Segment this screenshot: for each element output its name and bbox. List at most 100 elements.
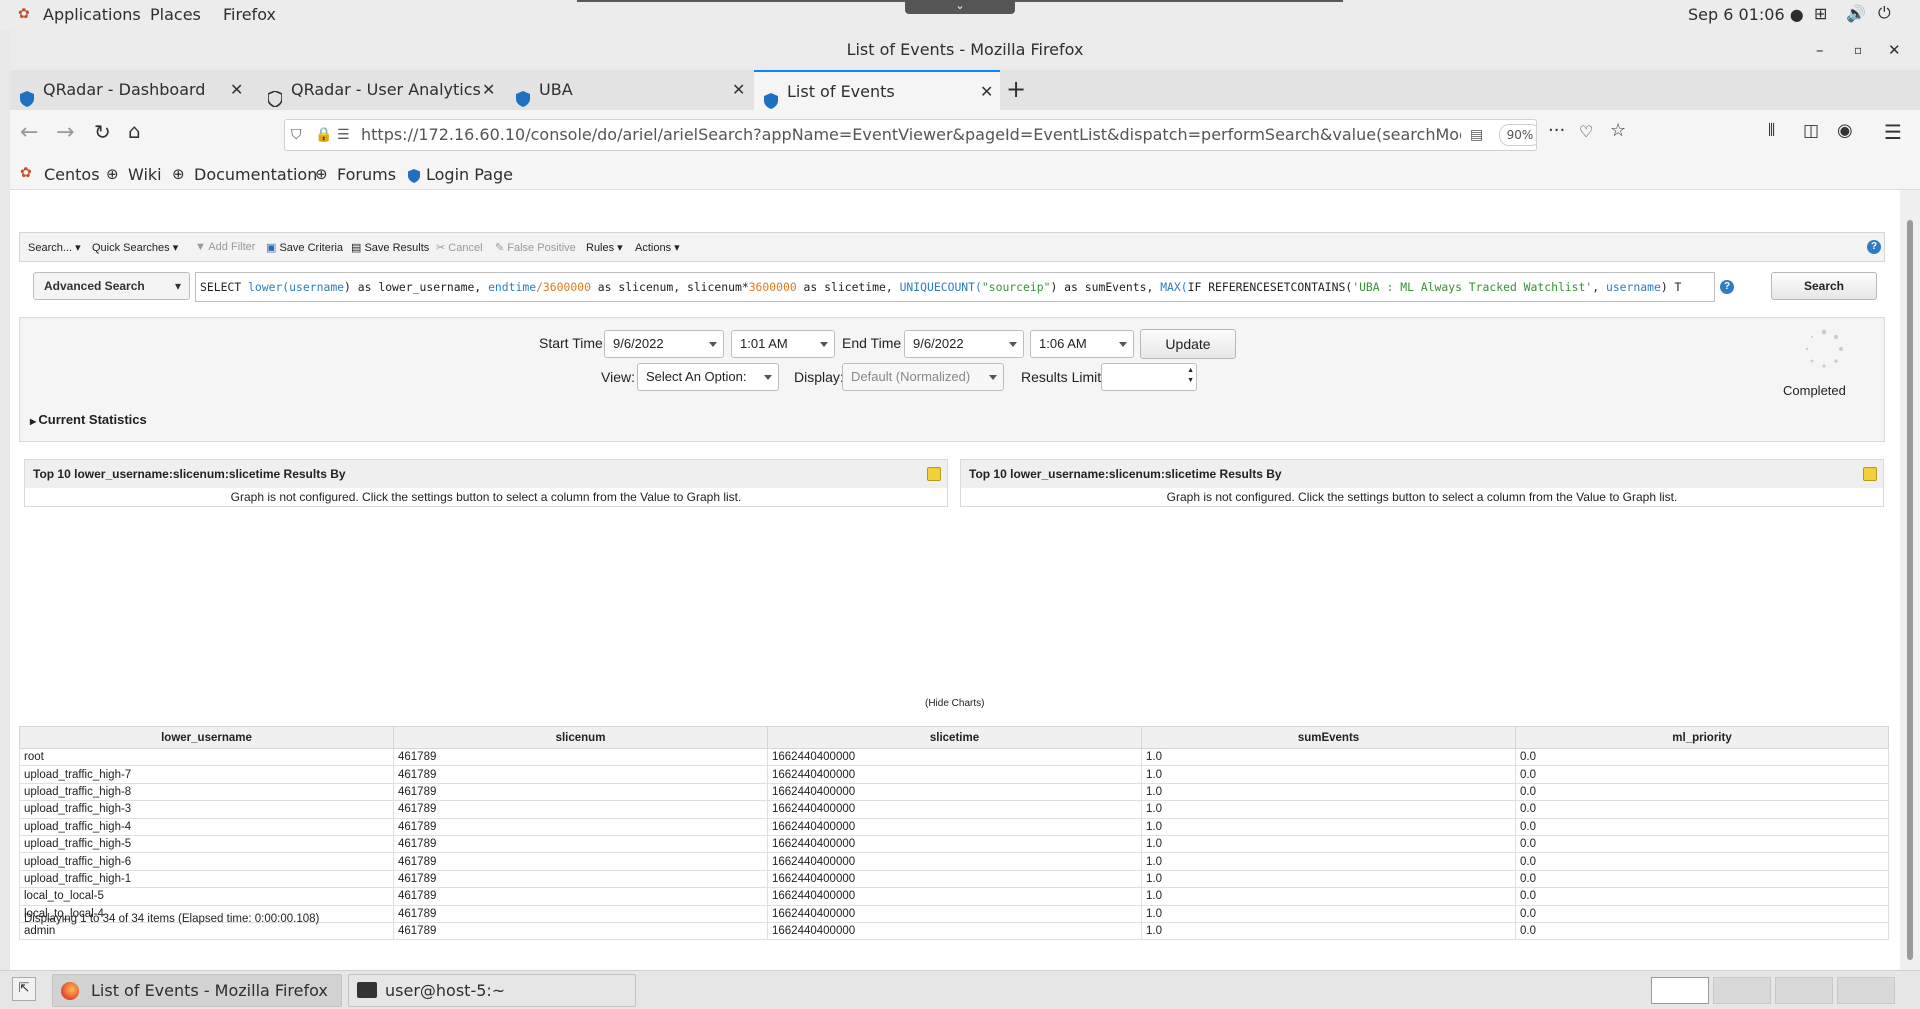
bookmark-wiki[interactable]: Wiki — [128, 165, 162, 184]
workspace-1[interactable] — [1651, 977, 1709, 1004]
workspace-4[interactable] — [1837, 977, 1895, 1004]
bookmark-star-icon[interactable]: ☆ — [1610, 120, 1626, 141]
spinner-arrows-icon[interactable]: ▲ ▼ — [1187, 366, 1194, 386]
workspace-3[interactable] — [1775, 977, 1833, 1004]
false-positive-button[interactable]: ✎ False Positive — [495, 241, 576, 254]
rules-menu[interactable]: Rules ▾ — [586, 241, 623, 254]
start-time-select[interactable]: 1:01 AM — [731, 330, 835, 358]
tab-qradar-user-analytics[interactable]: QRadar - User Analytics ✕ — [258, 70, 504, 110]
table-cell: 1.0 — [1141, 765, 1516, 784]
applications-menu[interactable]: Applications — [43, 5, 141, 24]
chart-settings-icon[interactable] — [927, 467, 941, 481]
results-limit-input[interactable]: ▲ ▼ — [1101, 363, 1197, 391]
column-header[interactable]: ml_priority — [1515, 726, 1889, 749]
aql-query-input[interactable]: SELECT lower(username) as lower_username… — [195, 272, 1715, 302]
save-results-button[interactable]: ▤ Save Results — [351, 241, 429, 254]
new-tab-button[interactable]: + — [1006, 75, 1026, 103]
shield-icon[interactable]: ⛉ — [291, 120, 302, 150]
start-date-select[interactable]: 9/6/2022 — [604, 330, 724, 358]
network-icon[interactable]: ⊞ — [1814, 4, 1827, 23]
vertical-scrollbar[interactable] — [1900, 190, 1920, 973]
time-range-panel: Start Time 9/6/2022 1:01 AM End Time 9/6… — [19, 317, 1885, 442]
bookmark-documentation[interactable]: Documentation — [194, 165, 317, 184]
lock-warning-icon[interactable]: 🔒 — [315, 120, 332, 150]
table-row[interactable]: upload_traffic_high-3 461789 1662440400000… — [19, 800, 1889, 819]
close-window-button[interactable]: ✕ — [1888, 30, 1901, 70]
save-criteria-button[interactable]: ▣ Save Criteria — [266, 241, 343, 254]
help-icon[interactable]: ? — [1867, 240, 1881, 254]
column-header[interactable]: slicetime — [767, 726, 1142, 749]
show-desktop-icon[interactable]: ⇱ — [12, 977, 36, 1001]
library-icon[interactable]: ⫴ — [1768, 121, 1775, 141]
table-cell: 1662440400000 — [767, 817, 1142, 836]
table-cell: 1662440400000 — [767, 747, 1142, 767]
tab-qradar-dashboard[interactable]: QRadar - Dashboard ✕ — [10, 70, 256, 110]
end-date-select[interactable]: 9/6/2022 — [904, 330, 1024, 358]
workspace-2[interactable] — [1713, 977, 1771, 1004]
table-row[interactable]: upload_traffic_high-8 461789 1662440400000… — [19, 782, 1889, 802]
taskbar-firefox[interactable]: List of Events - Mozilla Firefox — [52, 974, 342, 1007]
actions-menu[interactable]: Actions ▾ — [635, 241, 680, 254]
clock[interactable]: Sep 6 01:06 ● — [1688, 5, 1804, 24]
volume-icon[interactable]: 🔊 — [1846, 4, 1866, 23]
search-mode-select[interactable]: Advanced Search ▾ — [33, 272, 190, 300]
firefox-menu[interactable]: Firefox — [223, 5, 276, 24]
chart-message: Graph is not configured. Click the setti… — [1166, 490, 1678, 504]
bookmark-login-page[interactable]: Login Page — [426, 165, 513, 184]
close-tab-icon[interactable]: ✕ — [732, 70, 745, 110]
column-header[interactable]: lower_username — [19, 726, 394, 749]
display-select[interactable]: Default (Normalized) — [842, 363, 1004, 391]
add-filter-button[interactable]: ▼ Add Filter — [195, 241, 255, 253]
table-row[interactable]: root 461789 1662440400000 1.0 0.0 — [19, 747, 1889, 767]
hide-charts-link[interactable]: (Hide Charts) — [925, 698, 984, 709]
url-bar[interactable]: ⛉ 🔒 ☰ https://172.16.60.10/console/do/ar… — [284, 119, 1537, 151]
search-button[interactable]: Search — [1771, 272, 1877, 300]
maximize-button[interactable]: ▫ — [1854, 30, 1862, 70]
table-row[interactable]: upload_traffic_high-6 461789 1662440400000… — [19, 852, 1889, 871]
search-menu[interactable]: Search... ▾ — [28, 241, 81, 254]
table-row[interactable]: local_to_local-5 461789 1662440400000 1.0 0.… — [19, 887, 1889, 906]
places-menu[interactable]: Places — [150, 5, 201, 24]
view-select[interactable]: Select An Option: — [637, 363, 779, 391]
back-icon[interactable]: ← — [20, 120, 38, 145]
sidebar-icon[interactable]: ◫ — [1803, 121, 1819, 141]
table-row[interactable]: admin 461789 1662440400000 1.0 0.0 — [19, 921, 1889, 941]
url-text[interactable]: https://172.16.60.10/console/do/ariel/ar… — [361, 120, 1461, 150]
current-statistics-toggle[interactable]: ▶ Current Statistics — [30, 412, 147, 427]
close-tab-icon[interactable]: ✕ — [482, 70, 495, 110]
reader-view-icon[interactable]: ▤ — [1470, 120, 1483, 150]
minimize-button[interactable]: – — [1816, 30, 1824, 70]
update-button[interactable]: Update — [1140, 329, 1236, 359]
table-row[interactable]: upload_traffic_high-5 461789 1662440400000… — [19, 834, 1889, 854]
cancel-button[interactable]: ✂ Cancel — [436, 241, 483, 254]
permissions-icon[interactable]: ☰ — [337, 120, 350, 150]
tab-uba[interactable]: UBA ✕ — [506, 70, 752, 110]
menu-icon[interactable]: ☰ — [1884, 120, 1902, 144]
home-icon[interactable]: ⌂ — [128, 119, 141, 143]
zoom-indicator[interactable]: 90% — [1499, 124, 1536, 146]
bookmark-centos[interactable]: Centos — [44, 165, 100, 184]
table-row[interactable]: upload_traffic_high-4 461789 1662440400000… — [19, 817, 1889, 836]
close-tab-icon[interactable]: ✕ — [980, 72, 993, 112]
chart-settings-icon[interactable] — [1863, 467, 1877, 481]
close-tab-icon[interactable]: ✕ — [230, 70, 243, 110]
table-row[interactable]: upload_traffic_high-1 461789 1662440400000… — [19, 869, 1889, 889]
tab-list-of-events[interactable]: List of Events ✕ — [754, 70, 1000, 110]
table-row[interactable]: upload_traffic_high-7 461789 1662440400000… — [19, 765, 1889, 784]
bookmarks-toolbar: ✿ Centos ⊕ Wiki ⊕ Documentation ⊕ Forums… — [10, 160, 1920, 190]
end-time-select[interactable]: 1:06 AM — [1030, 330, 1134, 358]
table-header-row: lower_username slicenum slicetime sumEve… — [19, 726, 1889, 749]
column-header[interactable]: sumEvents — [1141, 726, 1516, 749]
query-help-icon[interactable]: ? — [1720, 280, 1734, 294]
account-icon[interactable]: ◉ — [1837, 120, 1853, 141]
pocket-icon[interactable]: ♡ — [1579, 122, 1593, 141]
reload-icon[interactable]: ↻ — [94, 120, 111, 144]
forward-icon[interactable]: → — [56, 120, 74, 145]
taskbar-terminal[interactable]: user@host-5:~ — [348, 974, 636, 1007]
chevron-down-icon[interactable]: ⌄ — [905, 0, 1015, 14]
bookmark-forums[interactable]: Forums — [337, 165, 396, 184]
quick-searches-menu[interactable]: Quick Searches ▾ — [92, 241, 178, 254]
column-header[interactable]: slicenum — [393, 726, 768, 749]
page-actions-icon[interactable]: ··· — [1548, 120, 1565, 141]
power-icon[interactable]: ⏻ — [1878, 3, 1891, 23]
